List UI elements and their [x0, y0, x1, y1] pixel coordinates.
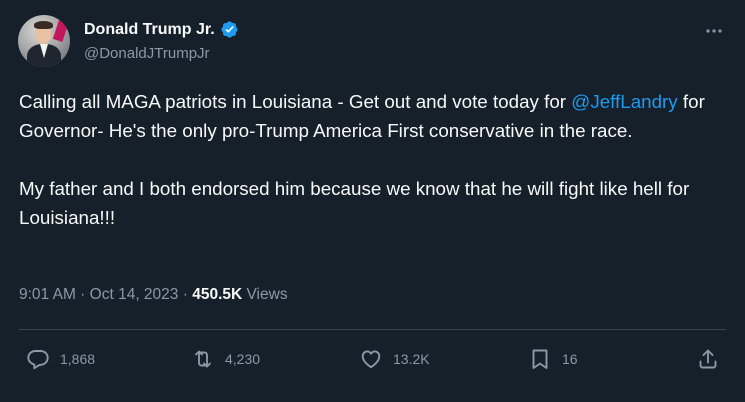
tweet-date[interactable]: Oct 14, 2023 [90, 286, 179, 303]
bookmark-button[interactable]: 16 [528, 346, 578, 372]
mention-link[interactable]: @JeffLandry [571, 91, 677, 112]
meta-separator: · [178, 286, 193, 303]
author-handle[interactable]: @DonaldJTrumpJr [84, 45, 210, 62]
like-button[interactable]: 13.2K [359, 346, 430, 372]
bookmark-count: 16 [562, 351, 578, 367]
meta-separator: · [75, 286, 90, 303]
tweet-text: Calling all MAGA patriots in Louisiana -… [19, 87, 719, 232]
views-count[interactable]: 450.5K [192, 286, 242, 303]
author-name-row[interactable]: Donald Trump Jr. [84, 20, 239, 39]
tweet-text-segment: Calling all MAGA patriots in Louisiana -… [19, 91, 572, 112]
more-dots-icon [706, 29, 722, 33]
share-upload-icon [699, 349, 717, 369]
like-count: 13.2K [393, 351, 430, 367]
author-name[interactable]: Donald Trump Jr. [84, 21, 215, 39]
avatar-background-accent [52, 17, 70, 43]
tweet-meta: 9:01 AM · Oct 14, 2023 · 450.5K Views [19, 286, 288, 304]
tweet-card: Donald Trump Jr. @DonaldJTrumpJr Calling… [0, 0, 745, 402]
bookmark-icon [532, 349, 548, 369]
reply-count: 1,868 [60, 351, 96, 367]
divider [19, 329, 726, 330]
more-options-button[interactable] [702, 19, 726, 43]
avatar-hair [34, 21, 53, 29]
tweet-paragraph-2: My father and I both endorsed him becaus… [19, 178, 690, 228]
heart-icon [361, 350, 381, 369]
views-label: Views [246, 286, 288, 303]
retweet-count: 4,230 [225, 351, 261, 367]
share-button[interactable] [696, 346, 720, 372]
speech-bubble-icon [27, 350, 49, 370]
verified-badge-icon [221, 21, 238, 38]
retweet-arrows-icon [195, 350, 211, 368]
tweet-time[interactable]: 9:01 AM [19, 286, 76, 303]
tweet-paragraph-1: Calling all MAGA patriots in Louisiana -… [19, 87, 719, 145]
retweet-button[interactable]: 4,230 [191, 346, 260, 372]
reply-button[interactable]: 1,868 [26, 346, 95, 372]
avatar[interactable] [18, 15, 70, 67]
